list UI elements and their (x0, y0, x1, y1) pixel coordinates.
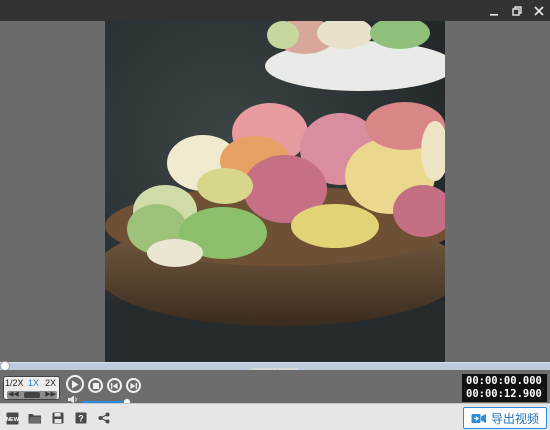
export-video-button[interactable]: 导出视频 (463, 407, 547, 429)
total-time: 00:00:12.900 (466, 388, 542, 400)
stop-button[interactable] (88, 378, 103, 393)
next-frame-icon (130, 382, 137, 389)
next-frame-button[interactable] (126, 378, 141, 393)
title-bar (0, 0, 550, 21)
video-stage (0, 21, 550, 362)
help-button[interactable]: ? (72, 409, 90, 427)
share-button[interactable] (95, 409, 113, 427)
video-preview[interactable] (105, 21, 445, 362)
open-folder-button[interactable] (26, 409, 44, 427)
speed-option-double[interactable]: 2X (45, 378, 56, 388)
bottom-toolbar: NEW ? 导出视频 (0, 403, 550, 430)
stop-icon (92, 382, 99, 389)
speed-slider[interactable]: ◀◀ ▶▶ (7, 391, 57, 399)
play-icon (72, 380, 79, 388)
save-icon (52, 412, 64, 424)
time-display: 00:00:00.000 00:00:12.900 (462, 374, 547, 402)
speed-down-icon[interactable]: ◀◀ (8, 390, 19, 398)
restore-icon[interactable] (506, 0, 528, 21)
minimize-icon[interactable] (483, 0, 505, 21)
speed-options: 1/2X 1X 2X (4, 378, 59, 390)
speed-selector[interactable]: 1/2X 1X 2X ◀◀ ▶▶ (3, 376, 60, 400)
svg-text:?: ? (78, 414, 84, 424)
previous-frame-icon (111, 382, 118, 389)
close-icon[interactable] (528, 0, 550, 21)
speed-option-normal[interactable]: 1X (28, 378, 39, 388)
new-project-icon: NEW (6, 412, 19, 424)
previous-frame-button[interactable] (107, 378, 122, 393)
open-folder-icon (28, 414, 42, 424)
share-icon (98, 412, 110, 424)
current-time: 00:00:00.000 (466, 375, 542, 387)
export-video-icon (471, 413, 486, 423)
save-button[interactable] (49, 409, 67, 427)
svg-text:NEW: NEW (6, 417, 19, 423)
help-icon: ? (75, 412, 87, 424)
export-video-label: 导出视频 (490, 411, 539, 426)
play-button[interactable] (66, 375, 84, 393)
speed-option-half[interactable]: 1/2X (5, 378, 24, 388)
speed-up-icon[interactable]: ▶▶ (45, 390, 56, 398)
new-project-button[interactable]: NEW (3, 409, 21, 427)
speed-slider-knob[interactable] (24, 392, 40, 398)
